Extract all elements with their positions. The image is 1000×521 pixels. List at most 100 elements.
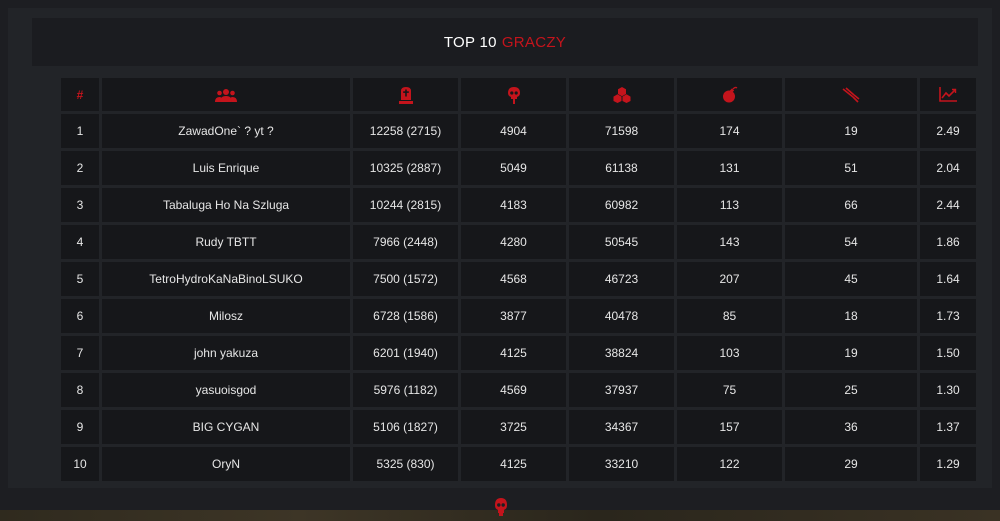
header-bombs [677, 78, 782, 111]
skull-kills-icon [507, 86, 520, 104]
cell-player-name: BIG CYGAN [102, 410, 350, 444]
cell-bombs: 174 [677, 114, 782, 148]
table-row: 8 yasuoisgod 5976 (1182) 4569 37937 75 2… [61, 373, 976, 407]
cell-damage: 37937 [569, 373, 674, 407]
tombstone-points-icon [398, 86, 413, 104]
table-row: 7 john yakuza 6201 (1940) 4125 38824 103… [61, 336, 976, 370]
cell-rank: 3 [61, 188, 99, 222]
rank-hash-label: # [76, 87, 84, 102]
cell-player-name: Rudy TBTT [102, 225, 350, 259]
cell-rank: 4 [61, 225, 99, 259]
cell-player-name: OryN [102, 447, 350, 481]
cell-kd: 1.29 [920, 447, 976, 481]
cell-player-name: yasuoisgod [102, 373, 350, 407]
cell-damage: 61138 [569, 151, 674, 185]
cell-rank: 2 [61, 151, 99, 185]
cell-damage: 33210 [569, 447, 674, 481]
cell-points: 7500 (1572) [353, 262, 458, 296]
cell-defuses: 66 [785, 188, 917, 222]
cell-kd: 2.44 [920, 188, 976, 222]
cell-rank: 1 [61, 114, 99, 148]
cell-defuses: 45 [785, 262, 917, 296]
header-kd [920, 78, 976, 111]
cell-points: 5325 (830) [353, 447, 458, 481]
players-icon [215, 88, 237, 102]
cell-defuses: 25 [785, 373, 917, 407]
skull-logo-icon [495, 498, 507, 516]
cell-points: 5976 (1182) [353, 373, 458, 407]
table-row: 4 Rudy TBTT 7966 (2448) 4280 50545 143 5… [61, 225, 976, 259]
cell-points: 10244 (2815) [353, 188, 458, 222]
table-row: 6 Milosz 6728 (1586) 3877 40478 85 18 1.… [61, 299, 976, 333]
title-main: TOP 10 [443, 33, 497, 51]
cell-rank: 7 [61, 336, 99, 370]
cell-kd: 2.49 [920, 114, 976, 148]
cell-points: 6728 (1586) [353, 299, 458, 333]
table-row: 5 TetroHydroKaNaBinoLSUKO 7500 (1572) 45… [61, 262, 976, 296]
cell-player-name: john yakuza [102, 336, 350, 370]
header-points [353, 78, 458, 111]
cell-kd: 1.73 [920, 299, 976, 333]
cell-damage: 34367 [569, 410, 674, 444]
cell-kd: 1.86 [920, 225, 976, 259]
cell-kills: 4568 [461, 262, 566, 296]
cell-kills: 3877 [461, 299, 566, 333]
cell-rank: 8 [61, 373, 99, 407]
cell-kd: 1.30 [920, 373, 976, 407]
cell-rank: 9 [61, 410, 99, 444]
cell-points: 6201 (1940) [353, 336, 458, 370]
cell-rank: 5 [61, 262, 99, 296]
cell-kills: 4569 [461, 373, 566, 407]
title-accent: GRACZY [501, 33, 567, 51]
ranking-title: TOP 10 GRACZY [32, 18, 978, 66]
cell-bombs: 103 [677, 336, 782, 370]
cell-bombs: 85 [677, 299, 782, 333]
cell-points: 7966 (2448) [353, 225, 458, 259]
cell-defuses: 36 [785, 410, 917, 444]
cell-damage: 38824 [569, 336, 674, 370]
header-defuses [785, 78, 917, 111]
cell-damage: 71598 [569, 114, 674, 148]
table-row: 3 Tabaluga Ho Na Szluga 10244 (2815) 418… [61, 188, 976, 222]
cell-player-name: Milosz [102, 299, 350, 333]
trend-chart-icon [939, 87, 957, 102]
cell-kd: 2.04 [920, 151, 976, 185]
cell-bombs: 75 [677, 373, 782, 407]
cell-kills: 4125 [461, 336, 566, 370]
cell-bombs: 157 [677, 410, 782, 444]
bomb-icon [722, 86, 737, 103]
table-row: 10 OryN 5325 (830) 4125 33210 122 29 1.2… [61, 447, 976, 481]
cell-defuses: 19 [785, 336, 917, 370]
cell-damage: 50545 [569, 225, 674, 259]
cell-defuses: 18 [785, 299, 917, 333]
header-rank: # [61, 78, 99, 111]
header-damage [569, 78, 674, 111]
cell-bombs: 207 [677, 262, 782, 296]
cell-damage: 46723 [569, 262, 674, 296]
table-row: 1 ZawadOne` ? yt ? 12258 (2715) 4904 715… [61, 114, 976, 148]
cell-points: 5106 (1827) [353, 410, 458, 444]
defuse-wire-cutter-icon [842, 86, 860, 103]
table-header-row: # [61, 78, 976, 111]
cell-defuses: 54 [785, 225, 917, 259]
cell-kd: 1.50 [920, 336, 976, 370]
cell-kd: 1.37 [920, 410, 976, 444]
cell-points: 10325 (2887) [353, 151, 458, 185]
cell-bombs: 113 [677, 188, 782, 222]
header-kills [461, 78, 566, 111]
table-row: 9 BIG CYGAN 5106 (1827) 3725 34367 157 3… [61, 410, 976, 444]
header-player [102, 78, 350, 111]
cell-bombs: 122 [677, 447, 782, 481]
cell-defuses: 29 [785, 447, 917, 481]
cell-kills: 3725 [461, 410, 566, 444]
cell-rank: 10 [61, 447, 99, 481]
top-players-table: # 1 ZawadOne` ? yt ? 12258 (2715) 4904 7… [58, 75, 979, 484]
cell-rank: 6 [61, 299, 99, 333]
cell-player-name: Tabaluga Ho Na Szluga [102, 188, 350, 222]
cell-defuses: 19 [785, 114, 917, 148]
cell-bombs: 131 [677, 151, 782, 185]
cell-bombs: 143 [677, 225, 782, 259]
cell-damage: 40478 [569, 299, 674, 333]
cell-player-name: ZawadOne` ? yt ? [102, 114, 350, 148]
blocks-damage-icon [613, 86, 630, 103]
